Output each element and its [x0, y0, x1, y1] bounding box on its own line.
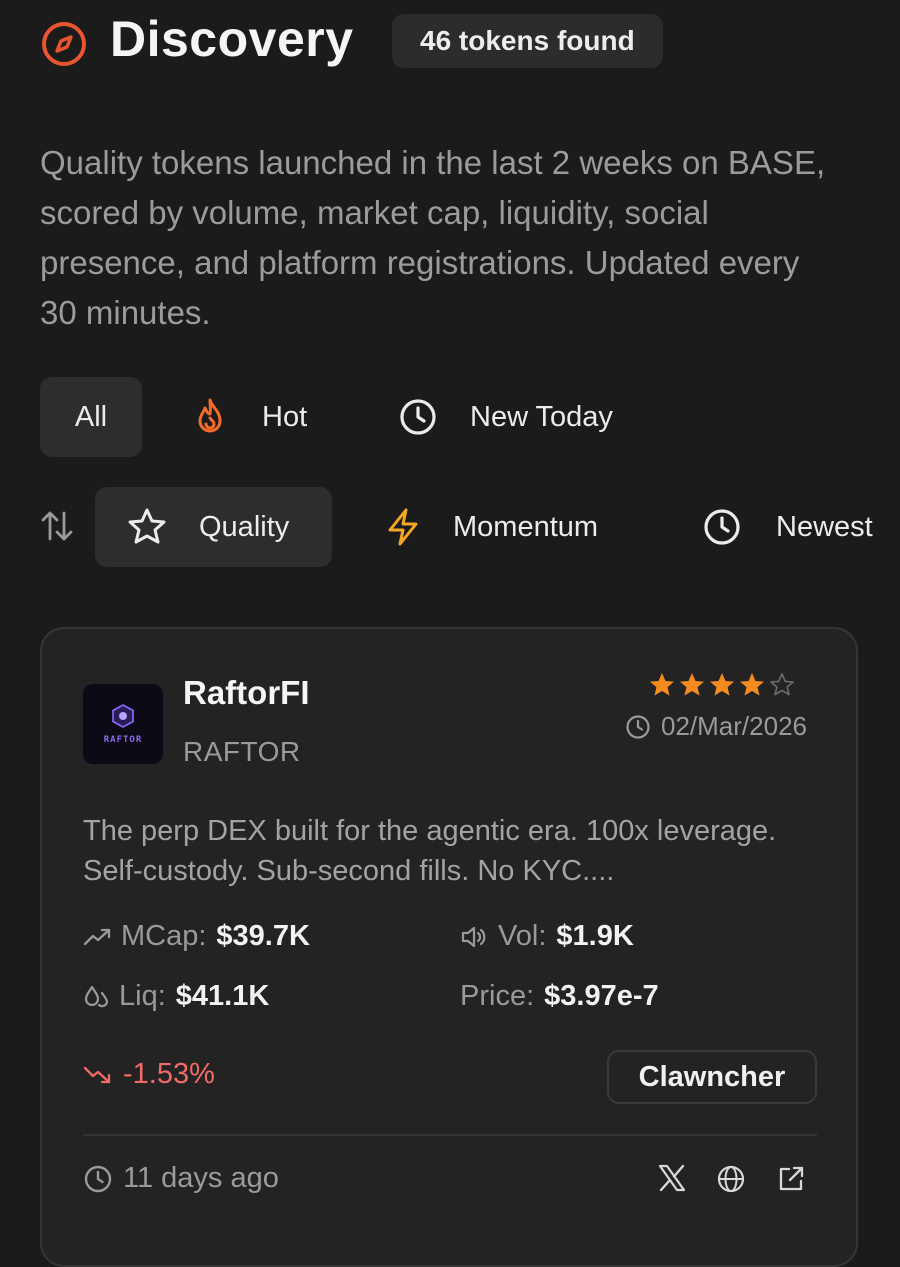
- star-icon: [128, 508, 166, 544]
- stat-liquidity: Liq: $41.1K: [83, 980, 269, 1013]
- star-empty-icon: [770, 673, 794, 696]
- sort-arrows-icon: [41, 511, 73, 541]
- star-filled-icon: [680, 673, 704, 696]
- token-symbol: RAFTOR: [183, 736, 301, 767]
- price-change: -1.53%: [83, 1058, 215, 1091]
- stat-volume-label: Vol:: [498, 920, 547, 952]
- filter-all[interactable]: All: [40, 377, 142, 457]
- stat-mcap-value: $39.7K: [216, 920, 310, 952]
- sort-newest-label: Newest: [776, 510, 873, 543]
- globe-icon[interactable]: [716, 1164, 746, 1194]
- clock-icon: [704, 509, 740, 545]
- filter-new-today[interactable]: New Today: [398, 377, 613, 457]
- trending-up-icon: [83, 928, 111, 945]
- compass-icon: [42, 22, 86, 66]
- star-filled-icon: [740, 673, 764, 696]
- launch-date-text: 02/Mar/2026: [661, 711, 807, 741]
- launch-date: 02/Mar/2026: [625, 711, 807, 742]
- token-age-text: 11 days ago: [123, 1162, 279, 1194]
- stat-liquidity-value: $41.1K: [175, 980, 270, 1012]
- page-description: Quality tokens launched in the last 2 we…: [40, 144, 826, 331]
- star-filled-icon: [650, 673, 674, 696]
- stat-price-value: $3.97e-7: [544, 980, 659, 1012]
- star-rating: [648, 671, 796, 699]
- sort-quality[interactable]: Quality: [95, 487, 332, 567]
- sort-newest[interactable]: Newest: [702, 487, 873, 567]
- stat-mcap: MCap: $39.7K: [83, 920, 310, 953]
- volume-icon: [461, 926, 486, 947]
- clock-icon: [84, 1165, 112, 1192]
- sort-momentum[interactable]: Momentum: [385, 487, 598, 567]
- stat-volume-value: $1.9K: [556, 920, 634, 952]
- clock-icon: [400, 399, 436, 435]
- droplets-icon: [84, 985, 109, 1007]
- filter-hot[interactable]: Hot: [192, 377, 307, 457]
- clock-icon: [626, 714, 650, 739]
- hexagon-logo-icon: [112, 704, 134, 728]
- filter-hot-label: Hot: [262, 400, 308, 433]
- external-link-icon[interactable]: [776, 1164, 806, 1194]
- stat-mcap-label: MCap:: [121, 920, 207, 952]
- trending-down-icon: [83, 1066, 111, 1083]
- sort-momentum-label: Momentum: [453, 510, 599, 543]
- stat-price: Price: $3.97e-7: [460, 980, 659, 1013]
- token-age: 11 days ago: [83, 1162, 279, 1195]
- token-name[interactable]: RaftorFI: [183, 674, 310, 712]
- token-avatar-text: RAFTOR: [103, 735, 143, 745]
- filter-new-today-label: New Today: [470, 400, 613, 433]
- platform-button[interactable]: Clawncher: [607, 1050, 817, 1104]
- token-description: The perp DEX built for the agentic era. …: [83, 815, 777, 887]
- flame-icon: [198, 398, 222, 433]
- price-change-value: -1.53%: [123, 1058, 215, 1090]
- token-count-badge: 46 tokens found: [392, 14, 663, 68]
- stat-volume: Vol: $1.9K: [460, 920, 634, 953]
- stat-price-label: Price:: [460, 980, 535, 1012]
- lightning-icon: [388, 508, 418, 546]
- card-divider: [83, 1134, 817, 1136]
- page-title: Discovery: [110, 11, 354, 67]
- filter-all-label: All: [74, 400, 108, 433]
- token-avatar: RAFTOR: [83, 684, 163, 764]
- star-filled-icon: [710, 673, 734, 696]
- x-icon[interactable]: [657, 1163, 687, 1193]
- sort-quality-label: Quality: [199, 510, 290, 543]
- stat-liquidity-label: Liq:: [119, 980, 166, 1012]
